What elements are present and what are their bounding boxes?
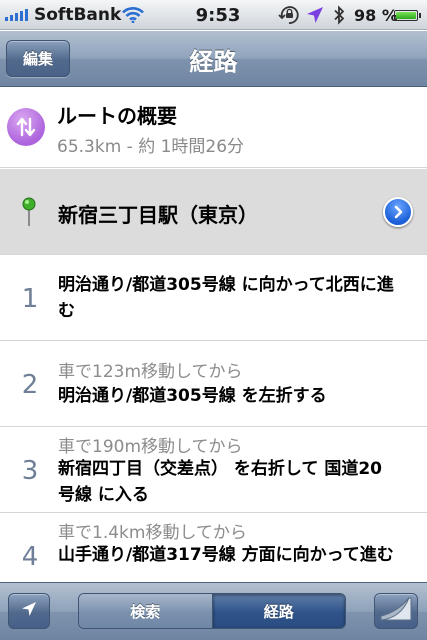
route-step-row[interactable]: 3 車で190m移動してから 新宿四丁目（交差点） を右折して 国道20号線 に… <box>0 428 427 513</box>
step-distance: 車で123m移動してから <box>58 362 243 382</box>
step-number: 1 <box>21 284 39 314</box>
carrier-name: SoftBank <box>34 5 122 25</box>
green-pin-icon <box>22 197 36 227</box>
page-curl-button[interactable] <box>374 593 418 629</box>
status-bar: SoftBank 9:53 98 % <box>0 0 427 30</box>
route-step-row[interactable]: 4 車で1.4km移動してから 山手通り/都道317号線 方面に向かって進む <box>0 514 427 582</box>
battery-percent: 98 % <box>354 5 398 25</box>
edit-button[interactable]: 編集 <box>6 40 70 77</box>
detail-disclosure-icon[interactable] <box>383 197 413 227</box>
step-instruction: 新宿四丁目（交差点） を右折して 国道20号線 に入る <box>58 459 382 505</box>
step-number: 2 <box>21 370 39 400</box>
signal-icon <box>5 0 28 30</box>
battery-icon <box>394 0 421 30</box>
start-location-row[interactable]: 新宿三丁目駅（東京） <box>0 169 427 255</box>
page-curl-icon <box>379 596 413 626</box>
summary-distance-time: 65.3km - 約 1時間26分 <box>57 137 245 157</box>
current-location-button[interactable] <box>8 593 50 629</box>
search-segment[interactable]: 検索 <box>79 594 213 628</box>
step-number: 4 <box>21 542 39 572</box>
swap-arrows-icon <box>7 108 45 146</box>
bluetooth-icon <box>333 0 345 30</box>
route-step-row[interactable]: 1 明治通り/都道305号線 に向かって北西に進む <box>0 256 427 341</box>
start-location-label: 新宿三丁目駅（東京） <box>58 203 258 227</box>
step-instruction: 山手通り/都道317号線 方面に向かって進む <box>58 545 394 565</box>
step-distance: 車で1.4km移動してから <box>58 523 247 543</box>
summary-title: ルートの概要 <box>57 104 177 128</box>
rotation-lock-icon <box>278 0 300 30</box>
bottom-toolbar: 検索 経路 <box>0 582 427 640</box>
navigation-bar: 編集 経路 <box>0 31 427 87</box>
step-instruction: 明治通り/都道305号線 に向かって北西に進む <box>58 275 394 321</box>
route-list[interactable]: ルートの概要 65.3km - 約 1時間26分 新宿三丁目駅（東京） 1 明治… <box>0 88 427 582</box>
search-route-segmented-control[interactable]: 検索 経路 <box>78 593 346 629</box>
location-arrow-icon <box>20 600 38 622</box>
step-instruction: 明治通り/都道305号線 を左折する <box>58 386 327 406</box>
step-distance: 車で190m移動してから <box>58 437 243 457</box>
route-step-row[interactable]: 2 車で123m移動してから 明治通り/都道305号線 を左折する <box>0 342 427 427</box>
route-segment[interactable]: 経路 <box>212 594 345 628</box>
status-time: 9:53 <box>195 4 241 26</box>
page-title: 経路 <box>189 47 238 76</box>
route-summary-row[interactable]: ルートの概要 65.3km - 約 1時間26分 <box>0 88 427 168</box>
step-number: 3 <box>21 456 39 486</box>
maps-app: SoftBank 9:53 98 % 編集 経路 ルートの概要 65.3km -… <box>0 0 427 640</box>
location-arrow-icon <box>306 0 324 30</box>
wifi-icon <box>122 0 144 30</box>
